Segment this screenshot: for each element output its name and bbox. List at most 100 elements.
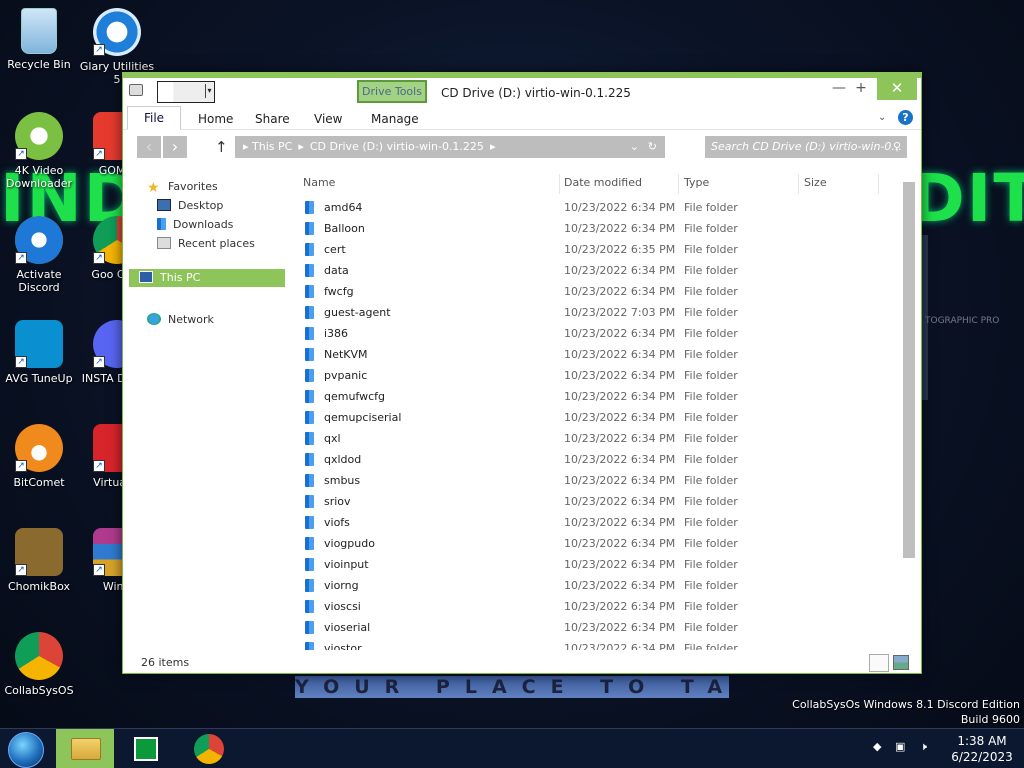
breadcrumb-current[interactable]: CD Drive (D:) virtio-win-0.1.225 xyxy=(310,140,484,153)
explorer-window[interactable]: ▾ Drive Tools CD Drive (D:) virtio-win-0… xyxy=(122,72,922,674)
forward-button[interactable]: › xyxy=(163,136,187,158)
table-row[interactable]: i386 10/23/2022 6:34 PM File folder xyxy=(295,324,905,345)
nav-downloads[interactable]: Downloads xyxy=(157,218,233,231)
table-row[interactable]: data 10/23/2022 6:34 PM File folder xyxy=(295,261,905,282)
table-row[interactable]: guest-agent 10/23/2022 7:03 PM File folder xyxy=(295,303,905,324)
refresh-icon[interactable]: ↻ xyxy=(648,136,657,158)
details-view-icon[interactable] xyxy=(869,654,889,672)
desktop-icon-bitcomet[interactable]: ↗ BitComet xyxy=(0,424,78,489)
back-button[interactable]: ‹ xyxy=(137,136,161,158)
table-row[interactable]: viofs 10/23/2022 6:34 PM File folder xyxy=(295,513,905,534)
nav-label: Downloads xyxy=(173,218,234,231)
large-icons-view-icon[interactable] xyxy=(893,655,909,670)
nav-favorites[interactable]: ★ Favorites xyxy=(147,180,218,195)
close-button[interactable]: ✕ xyxy=(877,78,917,100)
table-row[interactable]: fwcfg 10/23/2022 6:34 PM File folder xyxy=(295,282,905,303)
folder-icon xyxy=(305,558,314,571)
address-separator-icon: ▸ xyxy=(243,140,253,153)
column-divider[interactable] xyxy=(878,174,879,194)
desktop-icon-label: Activate Discord xyxy=(16,268,62,294)
folder-icon xyxy=(305,222,314,235)
table-row[interactable]: viogpudo 10/23/2022 6:34 PM File folder xyxy=(295,534,905,555)
column-divider[interactable] xyxy=(798,174,799,194)
file-name: pvpanic xyxy=(324,369,368,382)
table-row[interactable]: smbus 10/23/2022 6:34 PM File folder xyxy=(295,471,905,492)
folder-icon xyxy=(305,264,314,277)
vertical-scrollbar[interactable] xyxy=(903,182,915,558)
help-icon[interactable]: ? xyxy=(898,110,913,125)
file-date: 10/23/2022 6:34 PM xyxy=(564,558,676,571)
desktop-icon-activate-discord[interactable]: ↗ Activate Discord xyxy=(0,216,78,294)
table-row[interactable]: NetKVM 10/23/2022 6:34 PM File folder xyxy=(295,345,905,366)
table-row[interactable]: qxldod 10/23/2022 6:34 PM File folder xyxy=(295,450,905,471)
table-row[interactable]: viorng 10/23/2022 6:34 PM File folder xyxy=(295,576,905,597)
tab-view[interactable]: View xyxy=(314,106,342,130)
quick-access-dropdown-icon[interactable]: ▾ xyxy=(205,84,213,98)
column-divider[interactable] xyxy=(678,174,679,194)
desktop-icon-chomikbox[interactable]: ↗ ChomikBox xyxy=(0,528,78,593)
maximize-button[interactable]: + xyxy=(851,78,871,100)
table-row[interactable]: qemupciserial 10/23/2022 6:34 PM File fold… xyxy=(295,408,905,429)
table-row[interactable]: vioserial 10/23/2022 6:34 PM File folder xyxy=(295,618,905,639)
taskbar-chrome[interactable] xyxy=(180,729,238,768)
breadcrumb-this-pc[interactable]: This PC xyxy=(252,140,292,153)
activate-discord-icon: ↗ xyxy=(15,216,63,264)
taskbar-file-explorer[interactable] xyxy=(56,729,114,768)
column-divider[interactable] xyxy=(559,174,560,194)
desktop-icon-avg-tuneup[interactable]: ↗ AVG TuneUp xyxy=(0,320,78,385)
column-type[interactable]: Type xyxy=(684,176,709,189)
table-row[interactable]: vioscsi 10/23/2022 6:34 PM File folder xyxy=(295,597,905,618)
table-row[interactable]: pvpanic 10/23/2022 6:34 PM File folder xyxy=(295,366,905,387)
tab-share[interactable]: Share xyxy=(255,106,290,130)
nav-network[interactable]: Network xyxy=(147,313,214,326)
table-row[interactable]: vioinput 10/23/2022 6:34 PM File folder xyxy=(295,555,905,576)
folder-icon xyxy=(305,495,314,508)
tab-home[interactable]: Home xyxy=(198,106,233,130)
file-date: 10/23/2022 6:34 PM xyxy=(564,285,676,298)
file-date: 10/23/2022 6:34 PM xyxy=(564,537,676,550)
table-row[interactable]: cert 10/23/2022 6:35 PM File folder xyxy=(295,240,905,261)
start-button[interactable] xyxy=(8,732,44,768)
drive-icon[interactable] xyxy=(129,84,143,96)
desktop-icon-label: AVG TuneUp xyxy=(5,372,73,385)
nav-this-pc[interactable]: This PC xyxy=(129,269,285,287)
show-hidden-icons-icon[interactable]: ◆ xyxy=(873,740,881,753)
column-date-modified[interactable]: Date modified xyxy=(564,176,642,189)
desktop-icon-recycle-bin[interactable]: Recycle Bin xyxy=(0,8,78,71)
system-clock[interactable]: 1:38 AM 6/22/2023 xyxy=(950,733,1014,765)
ribbon-expand-chevron-icon[interactable]: ⌄ xyxy=(878,112,886,123)
desktop-icon-4k-video-downloader[interactable]: ↗ 4K Video Downloader xyxy=(0,112,78,190)
chomikbox-icon: ↗ xyxy=(15,528,63,576)
window-title: CD Drive (D:) virtio-win-0.1.225 xyxy=(441,86,631,100)
table-row[interactable]: Balloon 10/23/2022 6:34 PM File folder xyxy=(295,219,905,240)
network-status-icon[interactable]: ▣ xyxy=(895,740,905,753)
taskbar-store[interactable] xyxy=(118,729,176,768)
title-bar[interactable]: ▾ Drive Tools CD Drive (D:) virtio-win-0… xyxy=(123,78,921,106)
column-size[interactable]: Size xyxy=(804,176,827,189)
table-row[interactable]: qxl 10/23/2022 6:34 PM File folder xyxy=(295,429,905,450)
tab-manage[interactable]: Manage xyxy=(371,106,419,130)
table-row[interactable]: sriov 10/23/2022 6:34 PM File folder xyxy=(295,492,905,513)
tab-file[interactable]: File xyxy=(127,106,181,130)
file-type: File folder xyxy=(684,411,738,424)
up-arrow-icon[interactable]: ↑ xyxy=(215,138,228,156)
nav-desktop[interactable]: Desktop xyxy=(157,199,223,212)
search-input[interactable]: Search CD Drive (D:) virtio-win-0... ⚲ xyxy=(705,136,907,158)
table-row[interactable]: amd64 10/23/2022 6:34 PM File folder xyxy=(295,198,905,219)
wallpaper-text-right: DIT xyxy=(910,160,1024,237)
address-bar[interactable]: ▸ This PC ▸ CD Drive (D:) virtio-win-0.1.2… xyxy=(235,136,665,158)
table-row[interactable]: viostor 10/23/2022 6:34 PM File folder xyxy=(295,639,905,650)
search-icon[interactable]: ⚲ xyxy=(893,136,901,158)
column-name[interactable]: Name xyxy=(303,176,335,189)
nav-recent-places[interactable]: Recent places xyxy=(157,237,255,250)
collabsysos-chrome-icon xyxy=(15,632,63,680)
volume-muted-icon[interactable]: 🕨 xyxy=(920,740,927,754)
address-dropdown-icon[interactable]: ⌄ xyxy=(630,136,639,158)
file-type: File folder xyxy=(684,264,738,277)
file-date: 10/23/2022 6:34 PM xyxy=(564,369,676,382)
table-row[interactable]: qemufwcfg 10/23/2022 6:34 PM File folder xyxy=(295,387,905,408)
file-name: vioinput xyxy=(324,558,369,571)
desktop-icon-collabsysos[interactable]: CollabSysOS xyxy=(0,632,78,697)
drive-tools-context-tab[interactable]: Drive Tools xyxy=(357,80,427,103)
minimize-button[interactable]: — xyxy=(829,78,849,100)
